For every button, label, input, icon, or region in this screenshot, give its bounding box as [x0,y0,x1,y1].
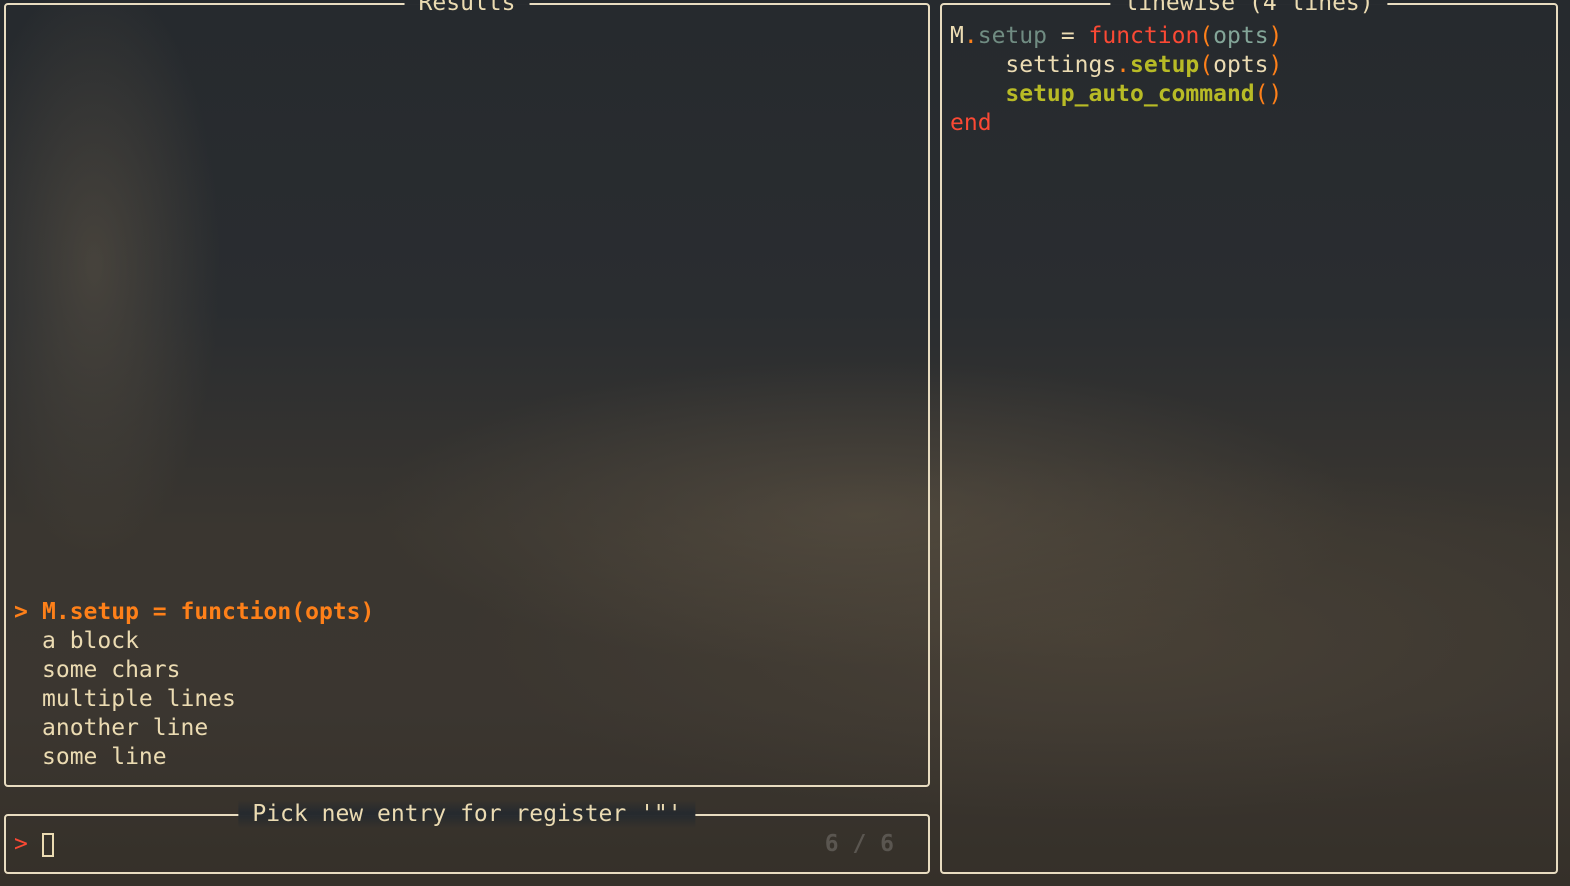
selection-caret-icon [14,656,42,685]
code-token: = [1046,23,1089,49]
selection-caret-icon [14,685,42,714]
result-item[interactable]: some line [14,743,920,772]
code-token: ( [1199,23,1214,49]
code-token: end [950,110,992,136]
result-item-label: some chars [42,657,181,683]
selection-caret-icon [14,714,42,743]
result-item-label: M.setup = function(opts) [42,599,375,625]
results-title: Results [404,0,530,17]
prompt-title: Pick new entry for register '"' [238,800,696,828]
code-line: settings.setup(opts) [950,51,1282,80]
results-list: > M.setup = function(opts) a block some cha… [14,598,920,772]
code-token: opts [1213,52,1269,78]
code-token: ( [1199,52,1214,78]
result-item-label: some line [42,744,167,770]
code-token: function [1088,23,1200,49]
code-token: settings [950,52,1117,78]
code-token: setup [1130,52,1200,78]
prompt-caret-icon: > [14,831,28,857]
code-token: ) [1268,52,1283,78]
prompt-panel: Pick new entry for register '"' > 6 / 6 [4,800,930,874]
preview-code: M.setup = function(opts) settings.setup(… [950,22,1282,138]
results-panel: Results > M.setup = function(opts) a block… [4,0,930,787]
selection-caret-icon [14,743,42,772]
result-item-label: multiple lines [42,686,236,712]
result-counter: 6 / 6 [824,831,894,857]
selection-caret-icon [14,627,42,656]
result-item[interactable]: another line [14,714,920,743]
code-token: setup_auto_command [1005,81,1255,107]
result-item-label: another line [42,715,209,741]
code-token: . [1116,52,1131,78]
preview-title: linewise (4 lines) [1110,0,1388,17]
code-token: M [950,23,964,49]
code-line: setup_auto_command() [950,80,1282,109]
text-cursor [42,833,54,857]
result-item[interactable]: multiple lines [14,685,920,714]
result-item[interactable]: > M.setup = function(opts) [14,598,920,627]
code-token: . [963,23,978,49]
code-token: opts [1213,23,1269,49]
result-item[interactable]: some chars [14,656,920,685]
result-item[interactable]: a block [14,627,920,656]
code-token: () [1254,81,1283,107]
result-item-label: a block [42,628,139,654]
code-line: end [950,109,1282,138]
code-line: M.setup = function(opts) [950,22,1282,51]
preview-panel: linewise (4 lines) M.setup = function(op… [940,0,1558,874]
search-input[interactable] [42,830,562,859]
code-token: setup [977,23,1047,49]
code-token: ) [1268,23,1283,49]
selection-caret-icon: > [14,599,28,625]
